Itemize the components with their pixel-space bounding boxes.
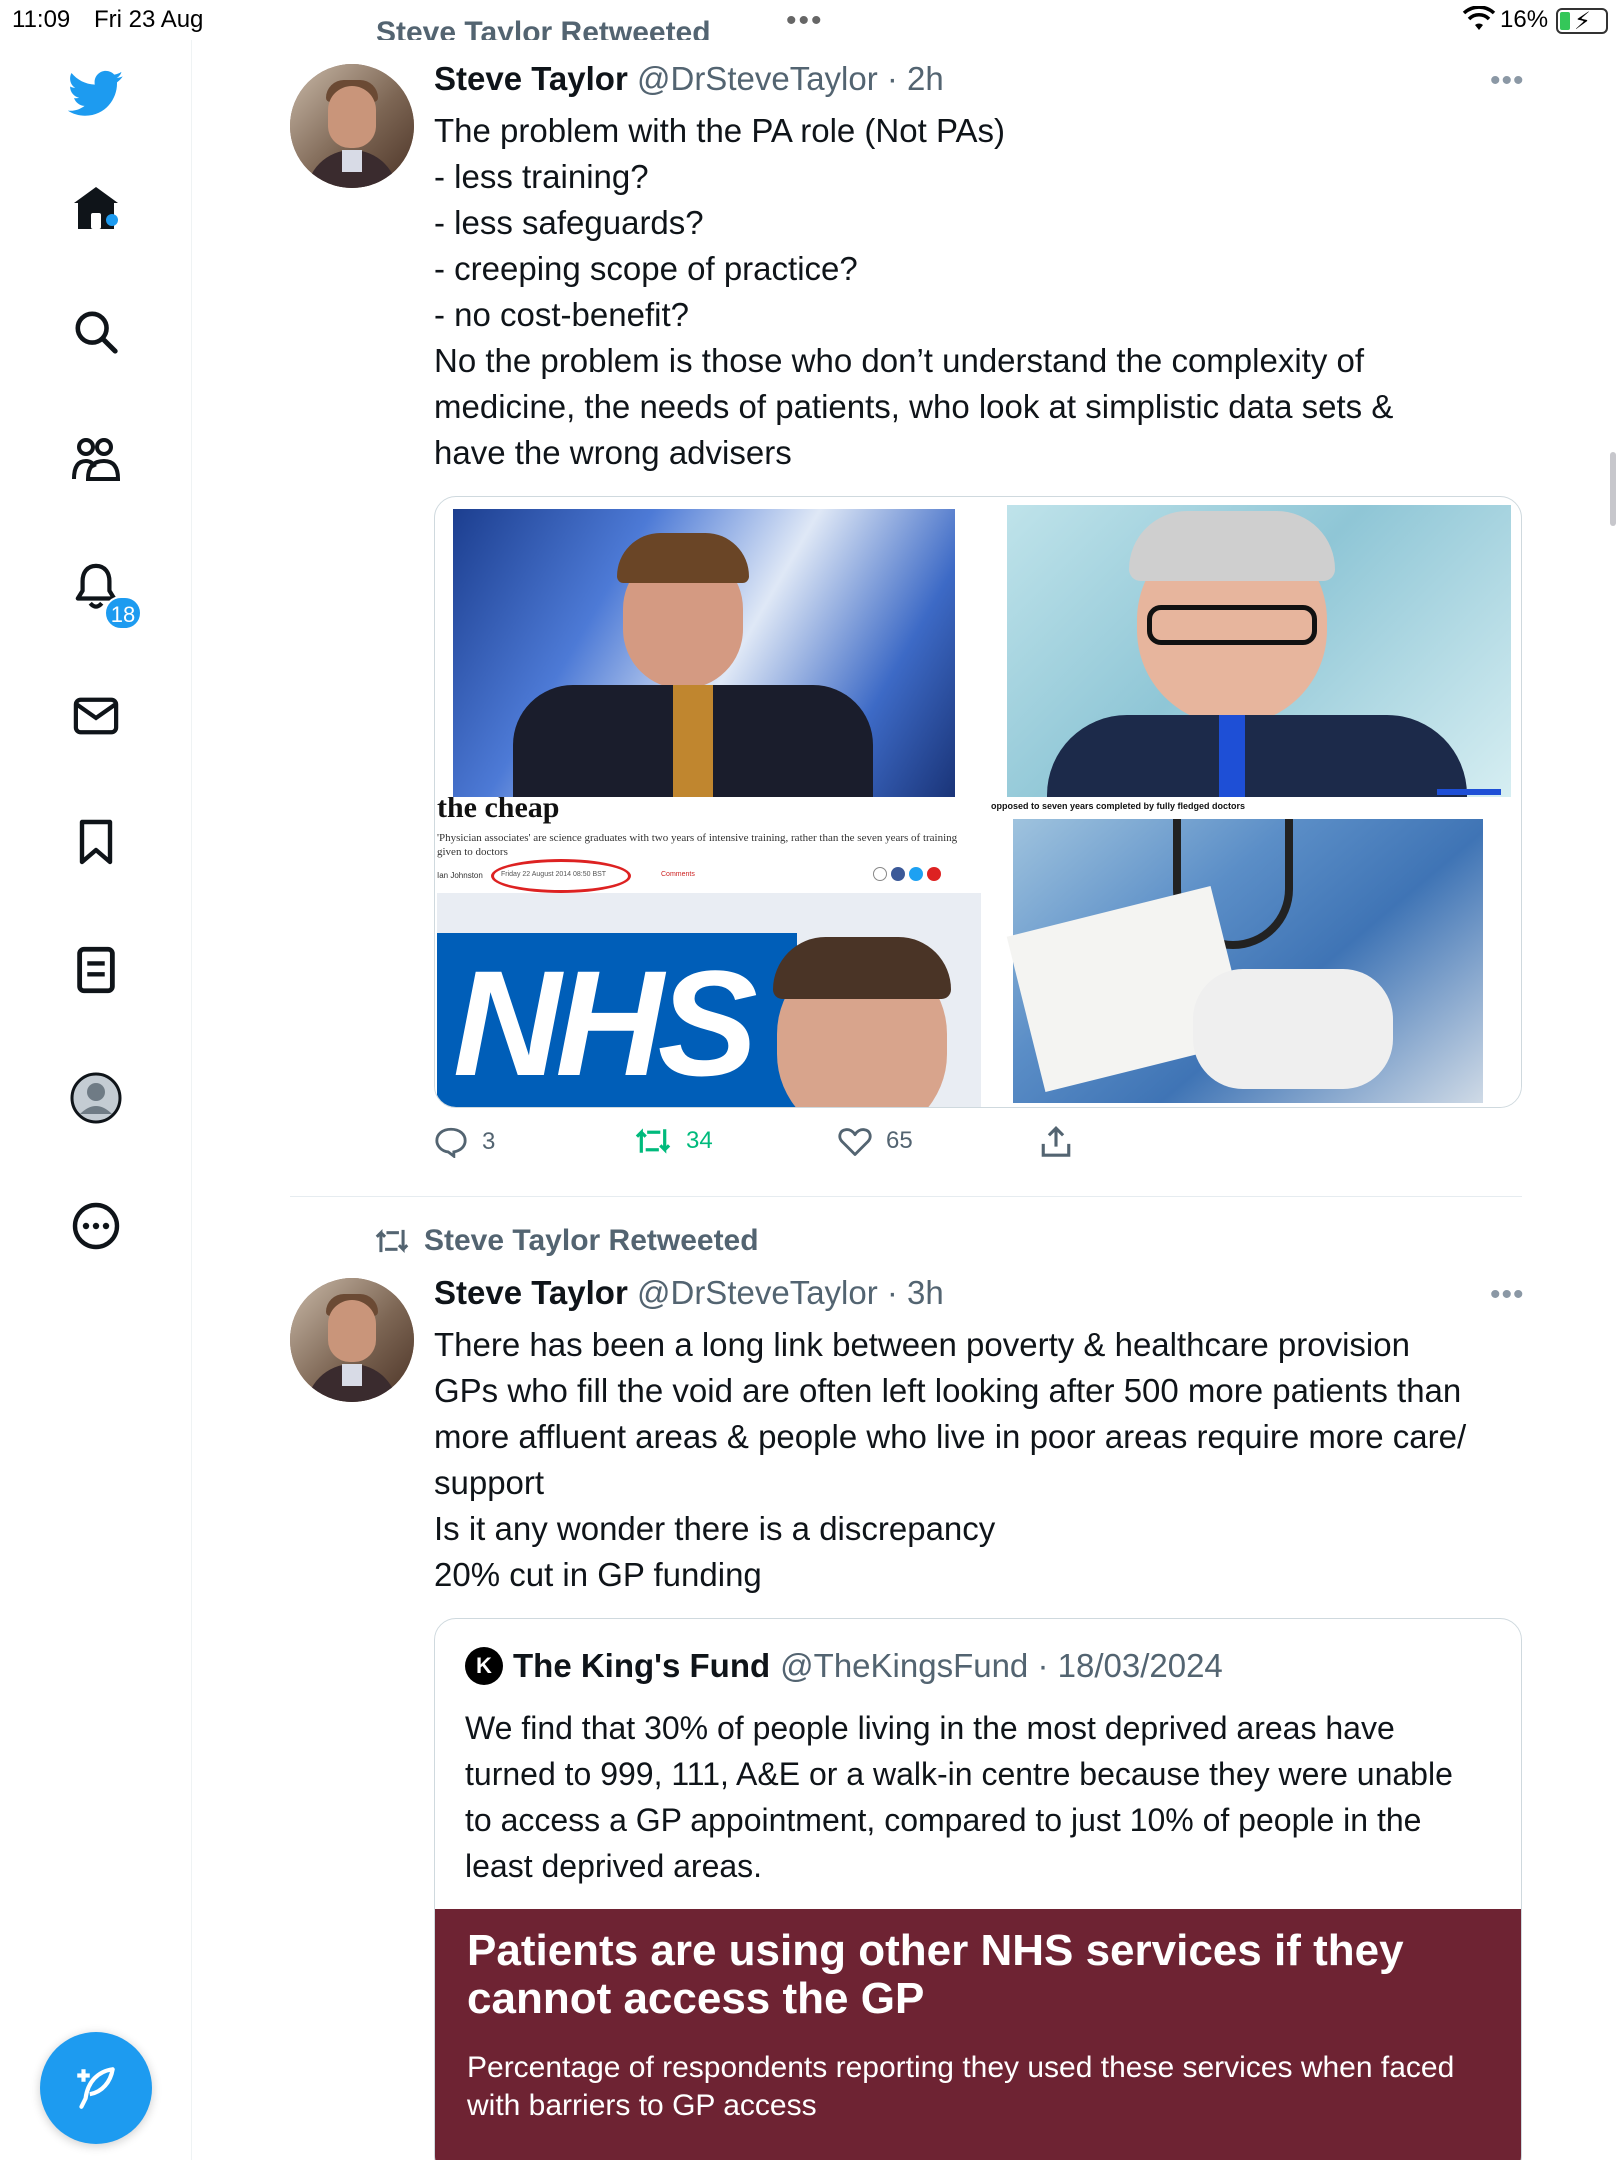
twitter-logo-icon[interactable] [66,64,126,124]
status-time: 11:09 [12,6,71,33]
quote-text: We find that 30% of people living in the… [465,1710,1453,1884]
quote-author-name: The King's Fund [513,1647,771,1684]
nhs-logo: NHS [453,939,758,1107]
reply-icon [435,1127,467,1158]
wifi-icon [1462,6,1496,30]
more-options-icon[interactable] [66,1196,126,1256]
author-handle-time[interactable]: @DrSteveTaylor · 3h [637,1274,944,1311]
media-photo-speaker[interactable] [453,509,955,797]
multitasking-dots-icon[interactable]: ••• [786,4,824,38]
profile-icon[interactable] [66,1068,126,1128]
avatar[interactable] [290,64,414,188]
retweet-icon [635,1128,671,1154]
article-caption: opposed to seven years completed by full… [991,801,1246,811]
author-handle-time[interactable]: @DrSteveTaylor · 2h [637,60,944,97]
media-article-screenshot[interactable]: the cheap 'Physician associates' are sci… [435,797,981,1107]
retweet-label-top: Steve Taylor Retweeted [376,16,711,40]
heart-icon [838,1128,872,1156]
quote-header: K The King's Fund @TheKingsFund · 18/03/… [465,1647,1223,1685]
messages-icon[interactable] [66,686,126,746]
notifications-badge: 18 [104,596,142,630]
media-photo-doctor[interactable]: opposed to seven years completed by full… [981,797,1521,1107]
battery-percentage: 16% [1500,6,1549,33]
article-comments: Comments [661,871,695,878]
author-name[interactable]: Steve Taylor [434,60,628,97]
retweeted-icon [375,1229,409,1253]
battery-icon: ⚡ [1556,8,1608,35]
like-count: 65 [886,1127,913,1154]
quote-media-banner[interactable]: Patients are using other NHS services if… [435,1909,1521,2160]
tweet-header: Steve Taylor @DrSteveTaylor · 3h [434,1274,944,1312]
tweet-media-grid[interactable]: the cheap 'Physician associates' are sci… [434,496,1522,1108]
retweet-label: Steve Taylor Retweeted [374,1224,759,1258]
article-subheading: 'Physician associates' are science gradu… [437,832,958,858]
retweet-label-text[interactable]: Steve Taylor Retweeted [424,1224,759,1258]
banner-subtitle: Percentage of respondents reporting they… [467,2051,1455,2122]
status-bar: 11:09 Fri 23 Aug ••• 16% ⚡ [0,0,1620,40]
quote-author-handle-time: @TheKingsFund · 18/03/2024 [780,1647,1223,1684]
tweet-text: There has been a long link between pover… [434,1326,1467,1593]
tweet-more-icon[interactable]: ••• [1490,1278,1525,1312]
share-icon [1041,1126,1071,1157]
reply-count: 3 [482,1128,496,1155]
retweet-count: 34 [686,1127,713,1154]
media-photo-smiling-man[interactable] [1007,505,1511,797]
article-headline: the cheap [437,797,560,824]
lists-icon[interactable] [66,940,126,1000]
tweet-divider [290,1196,1522,1197]
search-icon[interactable] [66,302,126,362]
share-button[interactable] [1040,1124,1072,1158]
communities-icon[interactable] [66,430,126,490]
sidebar-nav: 18 [0,40,192,2160]
retweet-button[interactable]: 34 [634,1126,713,1156]
kings-fund-logo: K [465,1647,503,1685]
quoted-tweet[interactable]: K The King's Fund @TheKingsFund · 18/03/… [434,1618,1522,2160]
banner-title: Patients are using other NHS services if… [467,1926,1404,2023]
bookmarks-icon[interactable] [66,812,126,872]
home-icon[interactable] [66,178,126,238]
reply-button[interactable]: 3 [434,1126,495,1158]
author-name[interactable]: Steve Taylor [434,1274,628,1311]
article-author: Ian Johnston [437,871,483,880]
compose-feather-icon [77,2067,115,2109]
tweet-text: The problem with the PA role (Not PAs) -… [434,112,1394,471]
tweet-header: Steve Taylor @DrSteveTaylor · 2h [434,60,944,98]
article-date: Friday 22 August 2014 08:50 BST [501,871,607,878]
home-notification-dot [106,214,118,226]
like-button[interactable]: 65 [838,1126,913,1156]
scrollbar[interactable] [1610,452,1616,526]
compose-tweet-button[interactable] [40,2032,152,2144]
tweet-more-icon[interactable]: ••• [1490,64,1525,98]
share-icons [873,867,941,881]
status-date: Fri 23 Aug [94,6,204,33]
avatar[interactable] [290,1278,414,1402]
